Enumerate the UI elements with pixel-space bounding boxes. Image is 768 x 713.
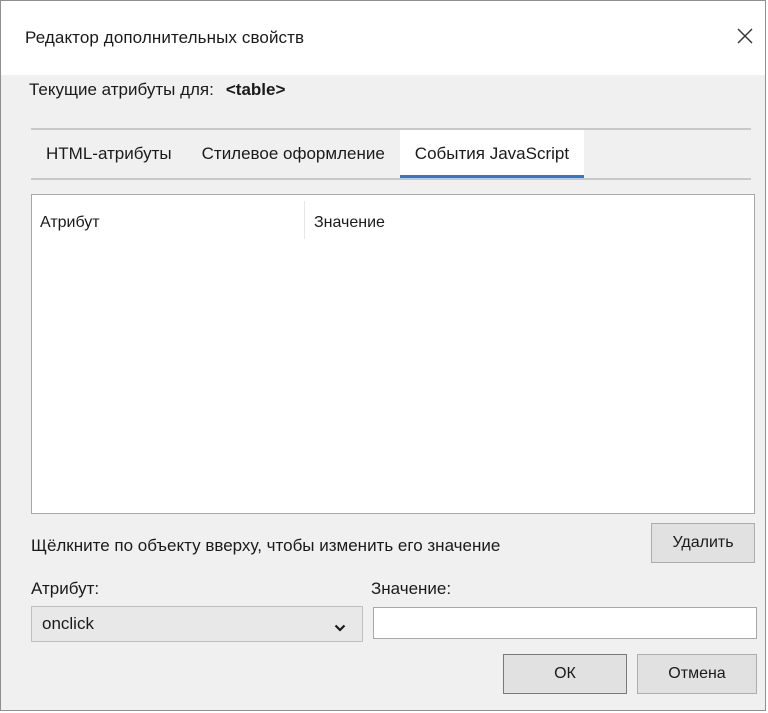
attributes-table[interactable]: Атрибут Значение [31, 194, 755, 514]
current-attributes: Текущие атрибуты для: <table> [29, 80, 285, 100]
hint-text: Щёлкните по объекту вверху, чтобы измени… [31, 536, 501, 555]
tab-html-attributes[interactable]: HTML-атрибуты [31, 130, 187, 178]
value-label: Значение: [371, 579, 452, 598]
close-button[interactable] [725, 19, 765, 53]
tab-label: HTML-атрибуты [46, 144, 172, 163]
tab-styling[interactable]: Стилевое оформление [187, 130, 400, 178]
delete-button[interactable]: Удалить [651, 523, 755, 563]
cancel-button[interactable]: Отмена [637, 654, 757, 694]
close-icon [736, 27, 754, 45]
attribute-select-value: onclick [42, 614, 94, 633]
ok-button[interactable]: ОК [503, 654, 627, 694]
column-header-attribute[interactable]: Атрибут [40, 214, 100, 232]
chevron-down-icon [334, 618, 346, 638]
tab-bar: HTML-атрибуты Стилевое оформление Событи… [31, 130, 585, 178]
current-tag: <table> [225, 80, 286, 99]
current-attributes-label: Текущие атрибуты для: [29, 80, 214, 99]
properties-dialog: Редактор дополнительных свойств Текущие … [0, 0, 766, 711]
attribute-select[interactable]: onclick [31, 606, 363, 642]
window-title: Редактор дополнительных свойств [25, 28, 305, 47]
divider [31, 178, 751, 180]
attribute-label: Атрибут: [31, 579, 100, 598]
tab-javascript-events[interactable]: События JavaScript [399, 130, 585, 178]
tab-label: Стилевое оформление [201, 144, 385, 163]
title-bar: Редактор дополнительных свойств [1, 1, 765, 75]
value-input[interactable] [373, 607, 757, 639]
column-header-value[interactable]: Значение [314, 214, 385, 232]
column-divider[interactable] [304, 201, 305, 239]
tab-label: События JavaScript [414, 144, 570, 163]
